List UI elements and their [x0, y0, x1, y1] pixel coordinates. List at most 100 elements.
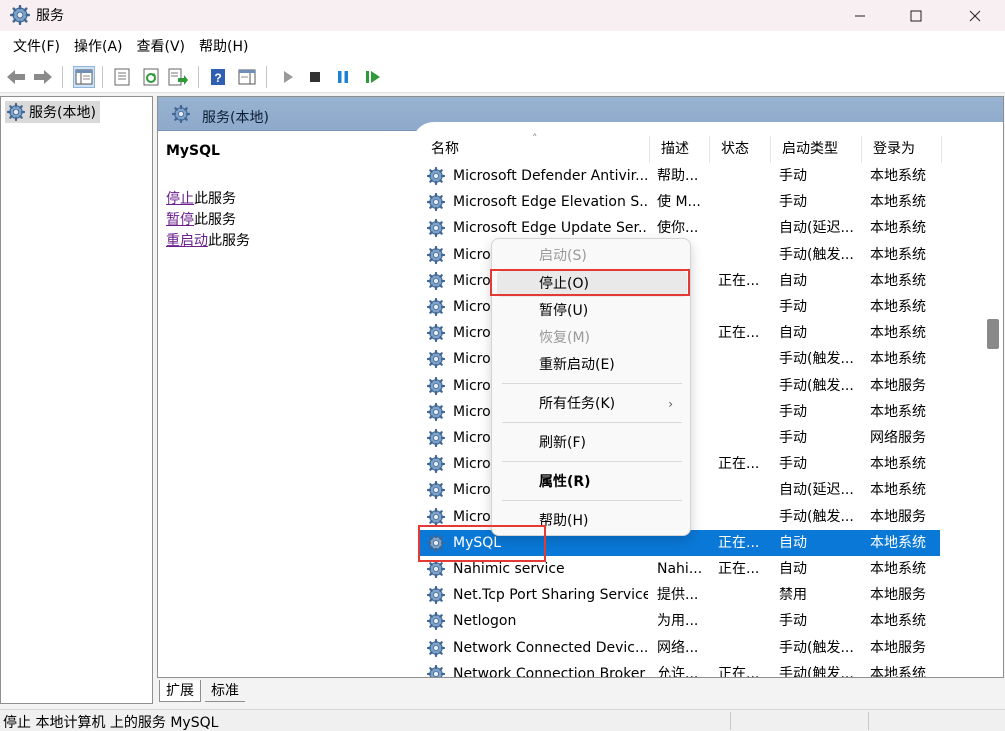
action-restart: 重启动此服务 — [166, 231, 406, 252]
cell-startup: 手动(触发... — [779, 508, 854, 525]
menu-item-start[interactable]: 启动(S) — [497, 243, 687, 269]
cell-status — [718, 608, 768, 634]
service-gear-icon — [427, 586, 445, 605]
maximize-button[interactable] — [886, 0, 946, 31]
menu-item-all-tasks[interactable]: 所有任务(K) › — [497, 391, 687, 417]
export-list-icon — [168, 68, 188, 86]
scrollbar-thumb[interactable] — [987, 319, 999, 349]
cell-logon: 本地服务 — [870, 587, 926, 604]
back-button[interactable] — [5, 66, 27, 88]
menu-item-pause[interactable]: 暂停(U) — [497, 298, 687, 324]
cell-startup: 禁用 — [779, 587, 807, 604]
cell-name: Microsoft Defender Antivir... — [453, 168, 648, 184]
show-console-tree-button[interactable] — [73, 66, 95, 88]
cell-status — [718, 346, 768, 372]
pause-service-button[interactable] — [332, 66, 354, 88]
cell-startup: 手动(触发... — [779, 246, 854, 263]
column-header-status[interactable]: 状态 — [710, 136, 771, 163]
column-header-startup-type[interactable]: 启动类型 — [771, 136, 862, 163]
service-gear-icon — [427, 560, 445, 578]
cell-logon: 网络服务 — [870, 430, 926, 446]
tab-extended[interactable]: 扩展 — [159, 680, 201, 702]
show-action-pane-button[interactable] — [236, 66, 258, 88]
cell-logon: 本地系统 — [870, 613, 926, 630]
service-gear-icon — [427, 664, 445, 677]
cell-logon: 本地服务 — [870, 508, 926, 525]
cell-desc: 网络... — [657, 639, 699, 656]
service-detail-panel: MySQL 停止此服务 暂停此服务 重启动此服务 — [166, 143, 406, 252]
stop-service-link[interactable]: 停止 — [166, 191, 194, 207]
forward-button[interactable] — [32, 66, 54, 88]
cell-startup: 手动 — [779, 168, 807, 184]
status-divider — [868, 712, 869, 730]
cell-startup: 手动(触发... — [779, 377, 854, 394]
services-gear-icon — [7, 103, 25, 121]
cell-startup: 自动(延迟... — [779, 220, 854, 237]
console-tree: 服务(本地) — [0, 96, 153, 704]
menu-help[interactable]: 帮助(H) — [192, 33, 255, 59]
start-service-icon — [284, 71, 293, 83]
column-header-label: 名称 — [431, 141, 459, 157]
column-header-description[interactable]: 描述 — [650, 136, 710, 163]
menu-item-resume[interactable]: 恢复(M) — [497, 325, 687, 351]
menu-action[interactable]: 操作(A) — [67, 33, 130, 59]
column-header-logon-as[interactable]: 登录为 — [862, 136, 942, 163]
menu-item-label: 所有任务(K) — [539, 396, 616, 412]
cell-startup: 自动 — [779, 272, 807, 289]
minimize-button[interactable] — [830, 0, 890, 31]
action-stop-suffix: 此服务 — [194, 191, 236, 207]
sort-ascending-icon: ˄ — [532, 132, 538, 145]
help-button[interactable]: ? — [207, 66, 229, 88]
cell-status — [718, 294, 768, 320]
pause-service-link[interactable]: 暂停 — [166, 212, 194, 228]
cell-logon: 本地系统 — [870, 456, 926, 473]
service-gear-icon — [427, 219, 445, 238]
cell-logon: 本地系统 — [870, 299, 926, 315]
menu-separator — [502, 461, 682, 462]
stop-service-button[interactable] — [304, 66, 326, 88]
cell-status — [718, 582, 768, 608]
start-service-button[interactable] — [277, 66, 299, 88]
table-row[interactable]: Netlogon 为用... 手动 本地系统 — [420, 608, 940, 634]
restart-service-button[interactable] — [362, 66, 384, 88]
cell-name: Microsoft Edge Elevation S... — [453, 194, 648, 211]
table-row[interactable]: Network Connection Broker 允许... 正在... 手动(触发… — [420, 661, 940, 678]
restart-service-link[interactable]: 重启动 — [166, 233, 208, 249]
properties-button[interactable] — [111, 66, 133, 88]
table-row[interactable]: Network Connected Devic... 网络... 手动(触发... 本… — [420, 635, 940, 661]
table-row[interactable]: Microsoft Edge Elevation S... 使 M... 手动 本地系… — [420, 189, 940, 215]
service-gear-icon — [427, 298, 445, 316]
cell-name: Network Connection Broker — [453, 665, 646, 678]
cell-startup: 自动(延迟... — [779, 482, 854, 499]
cell-status — [718, 163, 768, 189]
table-row[interactable]: Net.Tcp Port Sharing Service 提供... 禁用 本地服务 — [420, 582, 940, 608]
table-row[interactable]: Microsoft Defender Antivir... 帮助... 手动 本地系统 — [420, 163, 940, 189]
menu-item-refresh[interactable]: 刷新(F) — [497, 430, 687, 456]
tab-standard[interactable]: 标准 — [205, 680, 245, 702]
action-stop: 停止此服务 — [166, 189, 406, 210]
menu-view[interactable]: 查看(V) — [130, 33, 193, 59]
service-gear-icon — [427, 507, 445, 526]
refresh-button[interactable] — [140, 66, 162, 88]
status-text: 停止 本地计算机 上的服务 MySQL — [3, 715, 219, 731]
service-gear-icon — [427, 350, 445, 369]
menu-item-properties[interactable]: 属性(R) — [497, 469, 687, 495]
pause-service-icon — [338, 71, 348, 83]
tree-item-label: 服务(本地) — [29, 105, 96, 121]
tree-item-services-local[interactable]: 服务(本地) — [5, 101, 100, 123]
service-gear-icon — [427, 481, 445, 500]
export-list-button[interactable] — [167, 66, 189, 88]
toolbar-separator — [102, 66, 103, 88]
highlight-box-stop — [490, 269, 690, 296]
cell-logon: 本地系统 — [870, 534, 926, 551]
vertical-scrollbar[interactable] — [983, 131, 1003, 677]
menu-item-restart[interactable]: 重新启动(E) — [497, 352, 687, 378]
cell-startup: 手动 — [779, 299, 807, 315]
menu-file[interactable]: 文件(F) — [6, 33, 67, 59]
close-button[interactable] — [945, 0, 1005, 31]
svg-text:?: ? — [214, 71, 221, 85]
cell-status — [718, 477, 768, 503]
cell-status: 正在... — [718, 325, 760, 342]
menu-separator — [502, 422, 682, 423]
service-gear-icon — [427, 167, 445, 185]
